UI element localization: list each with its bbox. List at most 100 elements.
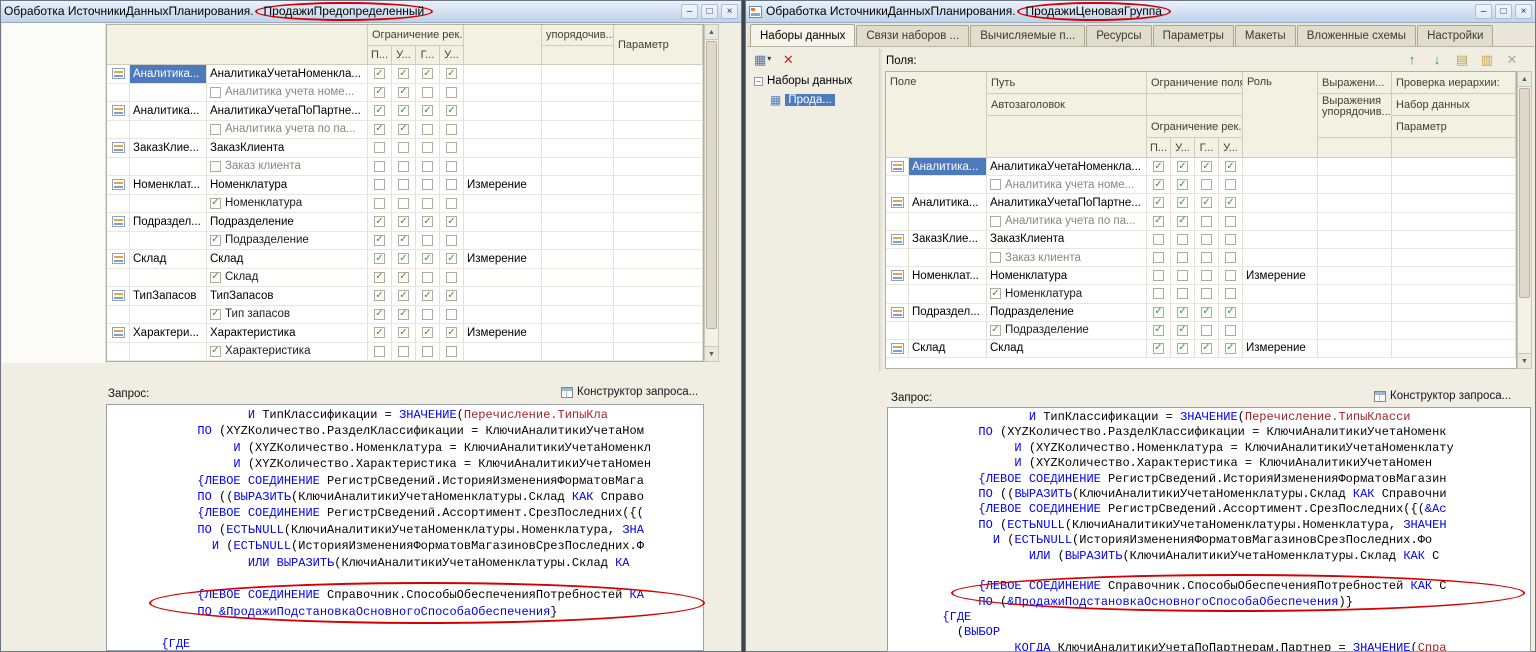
close-button[interactable]: × — [721, 4, 738, 19]
field-path-cell[interactable]: АналитикаУчетаНоменкла... — [987, 158, 1147, 176]
flag-checkbox[interactable]: ✓ — [398, 309, 409, 320]
flag-checkbox[interactable] — [446, 272, 457, 283]
flag-checkbox[interactable]: ✓ — [446, 216, 457, 227]
query-builder-link[interactable]: Конструктор запроса... — [561, 386, 698, 398]
tab-7[interactable]: Настройки — [1417, 25, 1493, 46]
flag-checkbox[interactable] — [1225, 270, 1236, 281]
flag-checkbox[interactable]: ✓ — [1177, 179, 1188, 190]
flag-checkbox[interactable]: ✓ — [1153, 179, 1164, 190]
move-down-icon[interactable]: ↓ — [1429, 51, 1445, 67]
flag-checkbox[interactable] — [422, 309, 433, 320]
col-header-field[interactable]: Поле — [886, 72, 987, 158]
flag-checkbox[interactable] — [1153, 234, 1164, 245]
tab-3[interactable]: Ресурсы — [1086, 25, 1151, 46]
flag-checkbox[interactable]: ✓ — [1225, 307, 1236, 318]
flag-checkbox[interactable]: ✓ — [446, 105, 457, 116]
flag-checkbox[interactable] — [1201, 252, 1212, 263]
flag-checkbox[interactable]: ✓ — [398, 290, 409, 301]
flag-checkbox[interactable] — [1177, 270, 1188, 281]
flag-checkbox[interactable] — [422, 142, 433, 153]
minimize-button[interactable]: – — [1475, 4, 1492, 19]
field-subrow[interactable]: ✓Подразделение✓✓ — [886, 322, 1516, 340]
field-name-cell[interactable]: Аналитика... — [130, 102, 207, 121]
autotitle-checkbox[interactable]: ✓ — [210, 272, 221, 283]
autotitle-cell[interactable]: Заказ клиента — [987, 249, 1147, 267]
field-name-cell[interactable]: Аналитика... — [130, 65, 207, 84]
flag-checkbox[interactable]: ✓ — [1201, 343, 1212, 354]
flag-checkbox[interactable]: ✓ — [398, 87, 409, 98]
flag-checkbox[interactable] — [422, 346, 433, 357]
autotitle-checkbox[interactable]: ✓ — [210, 235, 221, 246]
tab-2[interactable]: Вычисляемые п... — [970, 25, 1085, 46]
autotitle-checkbox[interactable] — [210, 124, 221, 135]
flag-checkbox[interactable]: ✓ — [398, 68, 409, 79]
flag-checkbox[interactable] — [374, 161, 385, 172]
field-subrow[interactable]: ✓Характеристика — [107, 343, 703, 362]
field-path-cell[interactable]: Номенклатура — [987, 267, 1147, 285]
flag-checkbox[interactable] — [398, 179, 409, 190]
col-header-path[interactable]: Путь — [987, 72, 1147, 94]
autotitle-checkbox[interactable]: ✓ — [990, 325, 1001, 336]
autotitle-cell[interactable]: Аналитика учета номе... — [207, 84, 368, 103]
flag-checkbox[interactable] — [1201, 325, 1212, 336]
field-name-cell[interactable]: Склад — [909, 340, 987, 358]
autotitle-cell[interactable]: ✓Номенклатура — [987, 285, 1147, 303]
autotitle-checkbox[interactable]: ✓ — [210, 309, 221, 320]
tree-item-dataset[interactable]: ▦ Прода... — [770, 94, 835, 106]
tab-1[interactable]: Связи наборов ... — [856, 25, 969, 46]
flag-checkbox[interactable] — [1225, 179, 1236, 190]
flag-checkbox[interactable]: ✓ — [446, 327, 457, 338]
flag-checkbox[interactable] — [446, 87, 457, 98]
field-name-cell[interactable]: Аналитика... — [909, 194, 987, 212]
delete-field-icon[interactable]: ✕ — [1504, 51, 1520, 67]
flag-checkbox[interactable]: ✓ — [374, 290, 385, 301]
field-name-cell[interactable]: Номенклат... — [909, 267, 987, 285]
col-header-flag-p[interactable]: П... — [368, 46, 392, 65]
flag-checkbox[interactable]: ✓ — [422, 290, 433, 301]
field-path-cell[interactable]: Подразделение — [987, 304, 1147, 322]
autotitle-checkbox[interactable] — [210, 87, 221, 98]
flag-checkbox[interactable] — [374, 179, 385, 190]
flag-checkbox[interactable]: ✓ — [398, 272, 409, 283]
flag-checkbox[interactable] — [398, 161, 409, 172]
flag-checkbox[interactable]: ✓ — [374, 216, 385, 227]
flag-checkbox[interactable] — [1201, 288, 1212, 299]
autotitle-checkbox[interactable]: ✓ — [990, 288, 1001, 299]
flag-checkbox[interactable] — [446, 161, 457, 172]
flag-checkbox[interactable]: ✓ — [398, 216, 409, 227]
flag-checkbox[interactable] — [446, 179, 457, 190]
flag-checkbox[interactable] — [1225, 252, 1236, 263]
flag-checkbox[interactable] — [446, 198, 457, 209]
flag-checkbox[interactable]: ✓ — [398, 105, 409, 116]
flag-checkbox[interactable] — [446, 142, 457, 153]
query-text-area[interactable]: И ТипКлассификации = ЗНАЧЕНИЕ(Перечислен… — [887, 407, 1531, 652]
flag-checkbox[interactable] — [446, 235, 457, 246]
field-row[interactable]: Аналитика...АналитикаУчетаНоменкла...✓✓✓… — [107, 65, 703, 84]
close-button[interactable]: × — [1515, 4, 1532, 19]
autotitle-cell[interactable]: Аналитика учета номе... — [987, 176, 1147, 194]
autotitle-cell[interactable]: ✓Подразделение — [987, 322, 1147, 340]
flag-checkbox[interactable]: ✓ — [1153, 216, 1164, 227]
flag-checkbox[interactable] — [1153, 288, 1164, 299]
field-row[interactable]: ЗаказКлие...ЗаказКлиента — [886, 231, 1516, 249]
autotitle-checkbox[interactable]: ✓ — [210, 198, 221, 209]
flag-checkbox[interactable]: ✓ — [1177, 325, 1188, 336]
col-header-flag-u1[interactable]: У... — [392, 46, 416, 65]
flag-checkbox[interactable]: ✓ — [374, 327, 385, 338]
flag-checkbox[interactable] — [1177, 288, 1188, 299]
col-header-flag-g[interactable]: Г... — [416, 46, 440, 65]
field-subrow[interactable]: ✓Тип запасов✓✓ — [107, 306, 703, 325]
field-path-cell[interactable]: Характеристика — [207, 324, 368, 343]
scroll-up-icon[interactable]: ▲ — [1518, 72, 1531, 87]
field-row[interactable]: СкладСклад✓✓✓✓Измерение — [107, 250, 703, 269]
col-header-field-restriction[interactable]: Ограничение поля — [1147, 72, 1243, 94]
tab-5[interactable]: Макеты — [1235, 25, 1296, 46]
flag-checkbox[interactable] — [422, 272, 433, 283]
flag-checkbox[interactable]: ✓ — [1201, 197, 1212, 208]
col-header-flag-g[interactable]: Г... — [1195, 138, 1219, 158]
flag-checkbox[interactable]: ✓ — [374, 124, 385, 135]
field-row[interactable]: Аналитика...АналитикаУчетаПоПартне...✓✓✓… — [886, 194, 1516, 212]
field-subrow[interactable]: Аналитика учета номе...✓✓ — [107, 84, 703, 103]
flag-checkbox[interactable] — [398, 198, 409, 209]
flag-checkbox[interactable]: ✓ — [1225, 197, 1236, 208]
